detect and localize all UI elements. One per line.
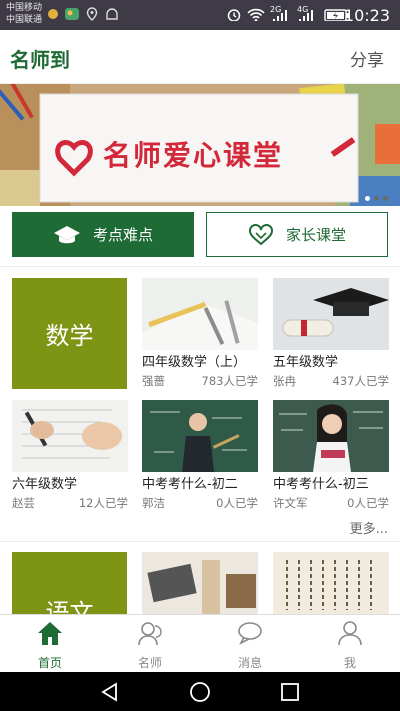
tab-parent-class[interactable]: 家长课堂 <box>206 212 388 257</box>
promo-banner[interactable]: 名师爱心课堂 <box>0 84 400 206</box>
status-bar: 中国移动 中国联通 2G 4G 10:23 <box>0 0 400 30</box>
subject-label: 数学 <box>45 322 94 350</box>
signal-icon-1 <box>273 10 287 21</box>
course-teacher: 许文军 <box>273 496 308 510</box>
carrier-info: 中国移动 中国联通 <box>6 2 42 26</box>
nav-item-teachers[interactable]: 名师 <box>100 615 200 673</box>
nav-item-home[interactable]: 首页 <box>0 615 100 673</box>
course-title: 中考考什么-初二 <box>142 477 238 492</box>
indicator-dot <box>374 196 379 201</box>
course-card[interactable] <box>273 552 389 614</box>
system-nav-bar <box>0 672 400 711</box>
carrier-1: 中国移动 <box>6 3 43 13</box>
bottom-nav: 首页 名师 消息 我 <box>0 614 400 672</box>
course-card[interactable]: 四年级数学（上） 强蔷 783人已学 <box>142 278 258 398</box>
course-title: 四年级数学（上） <box>142 355 247 370</box>
teacher-icon <box>138 622 162 646</box>
app-header: 名师到 分享 <box>0 30 400 84</box>
course-learners: 0人已学 <box>347 496 389 510</box>
divider <box>0 266 400 267</box>
course-thumbnail <box>142 400 258 472</box>
home-circle-icon[interactable] <box>189 681 211 703</box>
heart-icon <box>248 223 273 245</box>
course-teacher: 强蔷 <box>142 374 165 388</box>
graduation-cap-icon <box>53 225 80 243</box>
banner-page-indicator <box>365 196 388 201</box>
back-icon[interactable] <box>100 682 120 702</box>
app-notification-icon <box>65 8 79 20</box>
nav-label: 消息 <box>237 656 262 670</box>
course-thumbnail <box>142 552 258 614</box>
nav-item-messages[interactable]: 消息 <box>200 615 300 673</box>
recents-icon[interactable] <box>280 682 300 702</box>
course-thumbnail <box>12 400 128 472</box>
android-debug-icon <box>106 8 118 20</box>
home-icon <box>38 622 62 645</box>
carrier-2: 中国联通 <box>6 15 43 25</box>
course-title: 中考考什么-初三 <box>273 477 369 492</box>
share-button[interactable]: 分享 <box>350 46 384 71</box>
course-card[interactable] <box>142 552 258 614</box>
course-teacher: 张冉 <box>273 374 296 388</box>
nav-item-me[interactable]: 我 <box>300 615 400 673</box>
course-learners: 783人已学 <box>201 374 258 388</box>
signal-icon-2 <box>299 10 313 21</box>
course-thumbnail <box>273 400 389 472</box>
message-icon <box>238 622 262 645</box>
course-learners: 12人已学 <box>78 496 128 510</box>
subject-tile-chinese[interactable]: 语文 <box>12 552 127 614</box>
indicator-dot <box>383 196 388 201</box>
location-icon <box>86 7 98 21</box>
banner-text: 名师爱心课堂 <box>103 139 284 172</box>
course-card[interactable]: 五年级数学 张冉 437人已学 <box>273 278 389 398</box>
tab-parent-class-label: 家长课堂 <box>285 226 346 244</box>
tab-key-points-label: 考点难点 <box>92 226 153 244</box>
wifi-icon <box>247 8 265 21</box>
divider <box>0 541 400 542</box>
course-learners: 437人已学 <box>332 374 389 388</box>
tab-key-points[interactable]: 考点难点 <box>12 212 194 257</box>
course-teacher: 赵芸 <box>12 496 35 510</box>
subject-label: 语文 <box>45 599 94 614</box>
course-learners: 0人已学 <box>216 496 258 510</box>
nav-label: 我 <box>343 656 356 670</box>
category-tabs: 考点难点 家长课堂 <box>0 212 400 258</box>
course-thumbnail <box>142 278 258 350</box>
status-time: 10:23 <box>343 6 390 25</box>
course-thumbnail <box>273 278 389 350</box>
course-teacher: 郭洁 <box>142 496 165 510</box>
notification-dot-icon <box>48 9 58 19</box>
nav-label: 首页 <box>37 656 62 670</box>
course-thumbnail <box>273 552 389 614</box>
nav-label: 名师 <box>137 656 162 670</box>
course-card[interactable]: 六年级数学 赵芸 12人已学 <box>12 400 128 520</box>
course-title: 五年级数学 <box>273 355 339 370</box>
course-title: 六年级数学 <box>12 477 78 492</box>
app-title: 名师到 <box>10 48 70 72</box>
subject-tile-math[interactable]: 数学 <box>12 278 127 389</box>
course-card[interactable]: 中考考什么-初二 郭洁 0人已学 <box>142 400 258 520</box>
alarm-icon <box>227 9 241 21</box>
course-card[interactable]: 中考考什么-初三 许文军 0人已学 <box>273 400 389 520</box>
profile-icon <box>338 621 362 646</box>
more-link[interactable]: 更多... <box>350 518 388 537</box>
indicator-dot-active <box>365 196 370 201</box>
